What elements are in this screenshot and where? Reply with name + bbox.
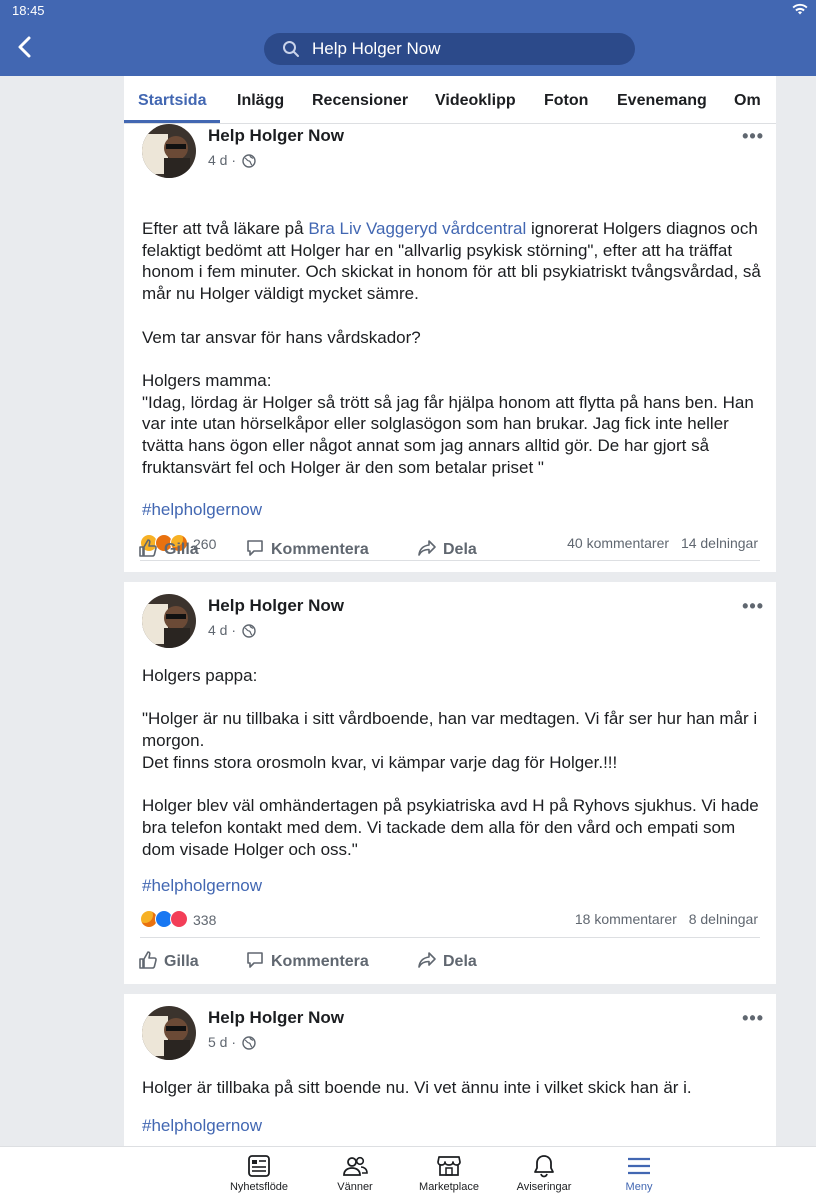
divider [140, 560, 760, 561]
like-button[interactable]: Gilla [138, 950, 199, 971]
page-tabs: Startsida Inlägg Recensioner Videoklipp … [124, 76, 776, 124]
post-meta: 4 d · [208, 622, 256, 641]
post-author[interactable]: Help Holger Now [208, 596, 344, 616]
share-button[interactable]: Dela [417, 950, 477, 971]
love-reaction-icon [170, 910, 188, 928]
mention-link[interactable]: Bra Liv Vaggeryd vårdcentral [308, 219, 526, 238]
back-arrow-icon[interactable] [14, 34, 40, 64]
post-author[interactable]: Help Holger Now [208, 1008, 344, 1028]
meta-separator: · [231, 152, 237, 168]
nav-menu[interactable]: Meny [589, 1153, 689, 1193]
tab-foton[interactable]: Foton [544, 92, 588, 110]
post-paragraph: Holger blev väl omhändertagen på psykiat… [142, 796, 759, 859]
news-feed-icon [248, 1155, 270, 1177]
hashtag-link[interactable]: #helpholgernow [142, 1116, 262, 1136]
globe-icon [242, 1036, 256, 1053]
post-body: Holgers pappa: "Holger är nu tillbaka i … [142, 665, 762, 860]
top-bar: 18:45 Help Holger Now [0, 0, 816, 76]
more-options-icon[interactable]: ••• [742, 1008, 764, 1029]
tab-evenemang[interactable]: Evenemang [617, 92, 707, 110]
bell-icon [534, 1155, 554, 1178]
status-time: 18:45 [12, 3, 45, 18]
meta-separator: · [231, 622, 237, 638]
post-meta: 5 d · [208, 1034, 256, 1053]
avatar[interactable] [142, 594, 196, 648]
tab-recensioner[interactable]: Recensioner [312, 92, 408, 110]
tab-videoklipp[interactable]: Videoklipp [435, 92, 516, 110]
like-icon [139, 951, 157, 969]
post-time[interactable]: 4 d [208, 152, 227, 168]
meta-separator: · [231, 1034, 237, 1050]
nav-marketplace[interactable]: Marketplace [399, 1153, 499, 1193]
post-author[interactable]: Help Holger Now [208, 126, 344, 146]
comment-icon [247, 540, 263, 556]
post-card: Help Holger Now 4 d · ••• Efter att två … [124, 112, 776, 572]
more-options-icon[interactable]: ••• [742, 126, 764, 147]
nav-news-feed[interactable]: Nyhetsflöde [209, 1153, 309, 1193]
comment-count[interactable]: 18 kommentarer [575, 911, 677, 927]
post-paragraph: Holgers mamma: [142, 370, 272, 390]
search-bar[interactable]: Help Holger Now [264, 33, 635, 65]
hashtag-link[interactable]: #helpholgernow [142, 500, 262, 520]
comment-button[interactable]: Kommentera [245, 950, 369, 971]
post-paragraph: Vem tar ansvar för hans vårdskador? [142, 327, 421, 347]
post-body: Efter att två läkare på Bra Liv Vaggeryd… [142, 218, 762, 478]
hashtag-link[interactable]: #helpholgernow [142, 876, 262, 896]
share-button[interactable]: Dela [417, 538, 477, 559]
comment-count[interactable]: 40 kommentarer [567, 535, 669, 551]
post-paragraph: Det finns stora orosmoln kvar, vi kämpar… [142, 752, 618, 772]
marketplace-icon [437, 1156, 461, 1176]
status-bar: 18:45 [0, 0, 816, 22]
post-stats: 18 kommentarer 8 delningar [567, 911, 758, 927]
tab-inlagg[interactable]: Inlägg [237, 92, 284, 110]
menu-icon [628, 1157, 650, 1175]
avatar[interactable] [142, 1006, 196, 1060]
post-paragraph: Efter att två läkare på Bra Liv Vaggeryd… [142, 219, 761, 304]
active-tab-indicator [124, 120, 220, 123]
share-count[interactable]: 14 delningar [681, 535, 758, 551]
post-paragraph: "Holger är nu tillbaka i sitt vårdboende… [142, 709, 758, 751]
page-content: Help Holger Now 4 d · ••• Efter att två … [124, 76, 776, 1146]
share-icon [418, 952, 436, 968]
bottom-nav: Nyhetsflöde Vänner Marketplace Avisering… [0, 1146, 816, 1201]
reaction-summary[interactable]: 338 [140, 910, 216, 928]
search-query: Help Holger Now [312, 39, 441, 58]
post-card: Help Holger Now 5 d · ••• Holger är till… [124, 994, 776, 1146]
reaction-count: 338 [193, 912, 217, 928]
share-icon [418, 540, 436, 556]
post-stats: 40 kommentarer 14 delningar [559, 535, 758, 551]
comment-button[interactable]: Kommentera [245, 538, 369, 559]
post-time[interactable]: 4 d [208, 622, 227, 638]
like-button[interactable]: Gilla [138, 538, 199, 559]
post-paragraph: "Idag, lördag är Holger så trött så jag … [142, 392, 754, 477]
share-count[interactable]: 8 delningar [689, 911, 758, 927]
post-paragraph: Holger är tillbaka på sitt boende nu. Vi… [142, 1078, 692, 1097]
post-body: Holger är tillbaka på sitt boende nu. Vi… [142, 1077, 762, 1099]
friends-icon [343, 1156, 368, 1176]
nav-notifications[interactable]: Aviseringar [494, 1153, 594, 1193]
tab-startsida[interactable]: Startsida [138, 92, 206, 110]
globe-icon [242, 154, 256, 171]
more-options-icon[interactable]: ••• [742, 596, 764, 617]
nav-friends[interactable]: Vänner [305, 1153, 405, 1193]
like-icon [139, 539, 157, 557]
post-paragraph: Holgers pappa: [142, 666, 258, 685]
avatar[interactable] [142, 124, 196, 178]
post-card: Help Holger Now 4 d · ••• Holgers pappa:… [124, 582, 776, 984]
globe-icon [242, 624, 256, 641]
search-icon [282, 40, 300, 63]
tab-om[interactable]: Om [734, 92, 761, 110]
wifi-icon [792, 3, 808, 18]
comment-icon [247, 952, 263, 968]
post-time[interactable]: 5 d [208, 1034, 227, 1050]
post-meta: 4 d · [208, 152, 256, 171]
divider [140, 937, 760, 938]
